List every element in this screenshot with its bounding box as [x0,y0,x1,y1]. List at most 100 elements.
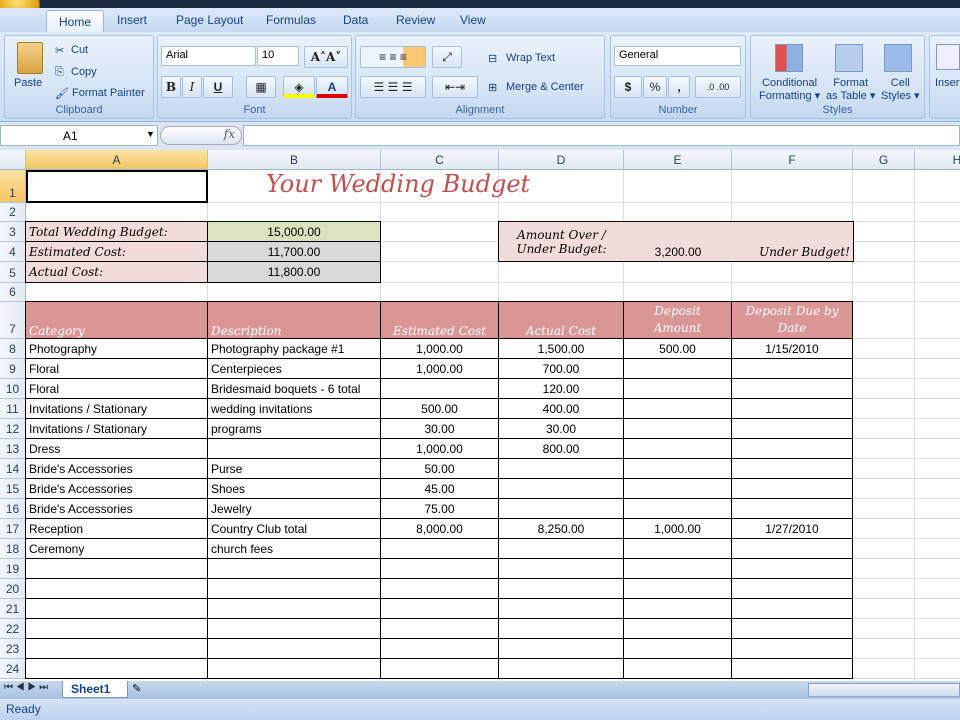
table-cell[interactable]: Invitations / Stationary [25,418,208,439]
table-cell[interactable] [207,658,381,679]
table-cell[interactable] [623,378,732,399]
vertical-align-icons[interactable]: ≡ ≡ ≡ [360,46,426,68]
table-cell[interactable]: Purse [207,458,381,479]
table-cell[interactable] [498,558,624,579]
table-cell[interactable] [623,558,732,579]
tab-insert[interactable]: Insert [117,13,147,27]
row-header[interactable]: 21 [0,599,26,619]
insert-sheet-icon[interactable]: ✎ [132,682,141,695]
table-cell[interactable]: 1/15/2010 [731,338,853,359]
table-cell[interactable]: 1/27/2010 [731,518,853,539]
merge-center-button[interactable]: Merge & Center [506,81,584,93]
table-cell[interactable] [498,638,624,659]
table-cell[interactable] [380,538,499,559]
summary-value[interactable]: 11,800.00 [207,261,381,283]
table-cell[interactable] [623,578,732,599]
indent-icons[interactable]: ⇤⇥ [432,76,478,98]
underline-button[interactable]: U [203,76,233,98]
cell-styles-button[interactable]: Cell Styles ▾ [881,77,920,103]
worksheet-grid[interactable]: A B C D E F G H 1 2 3 4 5 6 7 8 9 10 11 12 13 14 15 16 17 18 19 20 2… [0,150,960,681]
table-cell[interactable] [207,438,381,459]
table-cell[interactable] [623,538,732,559]
cell-a1-selected[interactable] [26,170,208,203]
table-cell[interactable] [731,638,853,659]
table-cell[interactable] [380,618,499,639]
table-cell[interactable] [731,478,853,499]
table-cell[interactable]: Shoes [207,478,381,499]
table-cell[interactable] [498,478,624,499]
column-header-c[interactable]: C [381,150,499,170]
fill-color-icon[interactable]: ◈ [283,76,315,98]
table-cell[interactable]: Floral [25,378,208,399]
number-format-select[interactable]: General [614,46,741,66]
paste-button[interactable]: Paste [14,77,42,89]
table-cell[interactable] [731,658,853,679]
table-cell[interactable] [623,638,732,659]
table-cell[interactable]: 1,000.00 [380,438,499,459]
table-cell[interactable]: 45.00 [380,478,499,499]
row-header[interactable]: 5 [0,262,26,283]
table-cell[interactable] [731,418,853,439]
table-cell[interactable] [498,498,624,519]
sheet-tab-sheet1[interactable]: Sheet1 [62,681,128,698]
table-cell[interactable] [207,578,381,599]
table-cell[interactable] [623,358,732,379]
table-cell[interactable]: wedding invitations [207,398,381,419]
table-cell[interactable] [25,558,208,579]
table-cell[interactable]: 500.00 [380,398,499,419]
horizontal-scrollbar[interactable] [808,683,960,697]
table-cell[interactable]: 800.00 [498,438,624,459]
tab-home[interactable]: Home [46,10,105,34]
table-cell[interactable] [731,458,853,479]
table-cell[interactable] [380,658,499,679]
table-cell[interactable] [731,618,853,639]
table-cell[interactable] [380,578,499,599]
table-cell[interactable] [731,398,853,419]
row-header[interactable]: 12 [0,419,26,439]
table-cell[interactable]: 50.00 [380,458,499,479]
table-cell[interactable]: Dress [25,438,208,459]
table-cell[interactable] [623,438,732,459]
select-all-corner[interactable] [0,150,26,170]
row-header[interactable]: 23 [0,639,26,659]
table-cell[interactable]: 1,000.00 [380,358,499,379]
row-header[interactable]: 20 [0,579,26,599]
table-cell[interactable] [25,598,208,619]
table-cell[interactable]: Ceremony [25,538,208,559]
tab-view[interactable]: View [460,13,486,27]
row-header[interactable]: 18 [0,539,26,559]
font-size-select[interactable]: 10 [257,46,299,66]
table-cell[interactable] [623,618,732,639]
row-header[interactable]: 15 [0,479,26,499]
table-cell[interactable] [623,478,732,499]
table-cell[interactable]: Centerpieces [207,358,381,379]
cut-button[interactable]: Cut [71,44,88,56]
table-cell[interactable] [731,378,853,399]
table-cell[interactable]: Invitations / Stationary [25,398,208,419]
summary-value[interactable]: 11,700.00 [207,241,381,262]
format-as-table-button[interactable]: Format as Table ▾ [826,77,875,103]
wrap-text-button[interactable]: Wrap Text [506,52,555,64]
table-cell[interactable] [380,638,499,659]
bold-button[interactable]: B [161,76,181,98]
table-cell[interactable] [380,558,499,579]
comma-button[interactable]: , [668,76,690,98]
table-cell[interactable] [731,558,853,579]
table-cell[interactable] [731,578,853,599]
table-cell[interactable]: Bride's Accessories [25,498,208,519]
table-cell[interactable] [623,498,732,519]
table-cell[interactable] [207,598,381,619]
row-header[interactable]: 22 [0,619,26,639]
table-cell[interactable]: 700.00 [498,358,624,379]
summary-label[interactable]: Estimated Cost: [25,241,208,262]
table-cell[interactable] [207,618,381,639]
tab-review[interactable]: Review [396,13,435,27]
name-box[interactable]: A1 [0,125,158,146]
table-cell[interactable]: 8,250.00 [498,518,624,539]
summary-value[interactable]: 15,000.00 [207,221,381,242]
row-header[interactable]: 2 [0,203,26,222]
tab-data[interactable]: Data [343,13,368,27]
column-header-h[interactable]: H [915,150,960,170]
table-cell[interactable]: 1,000.00 [623,518,732,539]
orientation-icon[interactable]: ⤢ [432,46,462,68]
